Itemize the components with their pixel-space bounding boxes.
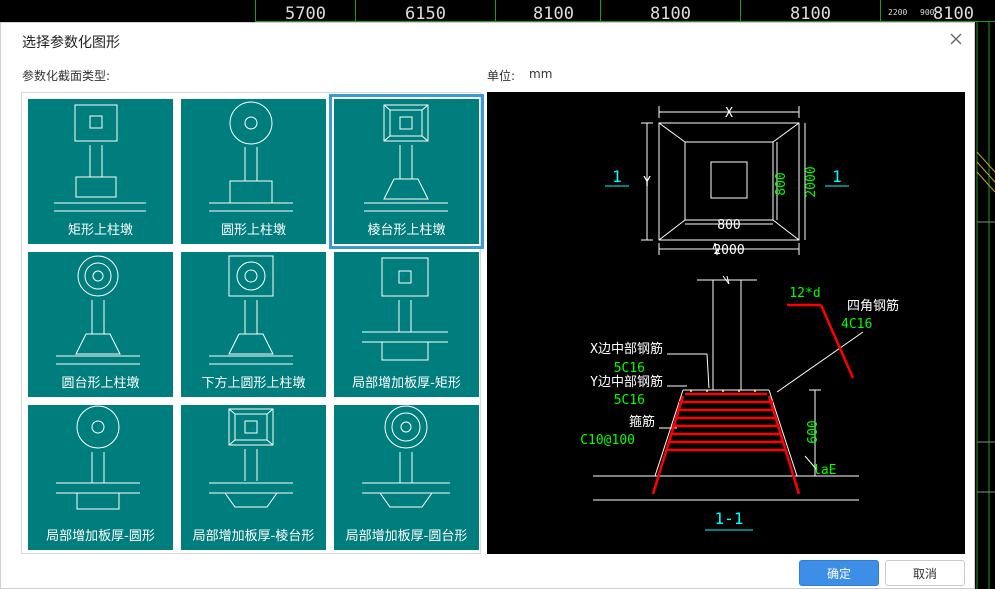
shape-option-local-thicken-frustum[interactable]: 局部增加板厚-棱台形 — [181, 405, 326, 550]
shape-option-local-thicken-rect[interactable]: 局部增加板厚-矩形 — [334, 252, 479, 397]
dim-2000-h: 2000 — [713, 243, 744, 258]
shape-option-square-base-round-pier[interactable]: 下方上圆形上柱墩 — [181, 252, 326, 397]
dim-800-h: 800 — [717, 218, 740, 233]
x-mid-bar-label: X边中部钢筋 — [590, 341, 663, 357]
shape-label: 下方上圆形上柱墩 — [201, 376, 306, 391]
corner-bar-spec: 4C16 — [841, 317, 872, 332]
shape-preview: X Y 800 800 2000 2000 1 1 12*d 四角钢筋 4C16… — [487, 92, 965, 554]
lae-label: laE — [813, 463, 836, 478]
x-mid-bar-spec: 5C16 — [614, 361, 645, 376]
dim-800-v: 800 — [774, 172, 789, 195]
cad-right-drawing — [976, 22, 995, 589]
shape-option-local-thicken-round[interactable]: 局部增加板厚-圆形 — [28, 405, 173, 550]
shape-option-frustum-pier[interactable]: 棱台形上柱墩 — [329, 94, 484, 249]
dim-2000-v: 2000 — [804, 166, 819, 197]
dim-600: 600 — [806, 420, 821, 443]
shape-option-round-frustum-pier[interactable]: 圆台形上柱墩 — [28, 252, 173, 397]
section-type-label: 参数化截面类型: — [22, 69, 111, 83]
section-mark-left: 1 — [612, 167, 622, 186]
dialog-title: 选择参数化图形 — [22, 35, 120, 51]
confirm-button[interactable]: 确定 — [799, 560, 879, 586]
shape-label: 局部增加板厚-矩形 — [352, 376, 461, 391]
shape-option-rect-pier[interactable]: 矩形上柱墩 — [28, 99, 173, 244]
plan-x-label: X — [725, 106, 733, 121]
stirrup-spec: C10@100 — [580, 433, 635, 448]
shape-grid: 矩形上柱墩 圆形上柱墩 棱台形上柱墩 圆台形上柱墩 下方上圆形上柱墩 局部增加板… — [21, 92, 484, 554]
section-mark-right: 1 — [832, 167, 842, 186]
select-shape-dialog: 选择参数化图形 参数化截面类型: 单位: mm 矩形上柱墩 圆形上柱墩 棱台形上… — [0, 22, 975, 589]
cad-dim-text: 8100 — [650, 4, 691, 24]
plan-y-label: Y — [643, 175, 651, 190]
shape-option-local-thicken-round-frustum[interactable]: 局部增加板厚-圆台形 — [334, 405, 479, 550]
corner-bar-label: 四角钢筋 — [847, 298, 899, 314]
cad-dimension-strip: 5700 6150 8100 8100 8100 2200 900 8100 — [255, 0, 995, 24]
shape-label: 圆形上柱墩 — [220, 223, 286, 238]
section-title: 1-1 — [715, 509, 744, 528]
shape-label: 圆台形上柱墩 — [61, 376, 140, 391]
shape-label: 矩形上柱墩 — [67, 223, 133, 238]
cancel-button[interactable]: 取消 — [885, 560, 965, 586]
cad-dim-text: 2200 — [888, 8, 908, 17]
unit-value: mm — [529, 67, 553, 81]
shape-label: 棱台形上柱墩 — [367, 223, 446, 238]
cad-dim-text: 5700 — [285, 4, 326, 24]
corner-bar-length: 12*d — [789, 286, 820, 301]
cad-dim-text: 8100 — [533, 4, 574, 24]
y-mid-bar-spec: 5C16 — [614, 393, 645, 408]
stirrup-label: 箍筋 — [629, 414, 655, 430]
shape-label: 局部增加板厚-圆台形 — [345, 529, 468, 544]
cad-dim-text: 6150 — [405, 4, 446, 24]
y-mid-bar-label: Y边中部钢筋 — [590, 374, 663, 390]
cad-dim-text: 8100 — [790, 4, 831, 24]
shape-label: 局部增加板厚-棱台形 — [192, 529, 315, 544]
preview-drawing: X Y 800 800 2000 2000 1 1 12*d 四角钢筋 4C16… — [580, 106, 899, 531]
shape-option-round-pier[interactable]: 圆形上柱墩 — [181, 99, 326, 244]
cad-dim-text: 8100 — [933, 4, 974, 24]
close-icon[interactable] — [948, 31, 964, 47]
unit-label: 单位: — [487, 69, 516, 83]
shape-label: 局部增加板厚-圆形 — [46, 529, 155, 544]
